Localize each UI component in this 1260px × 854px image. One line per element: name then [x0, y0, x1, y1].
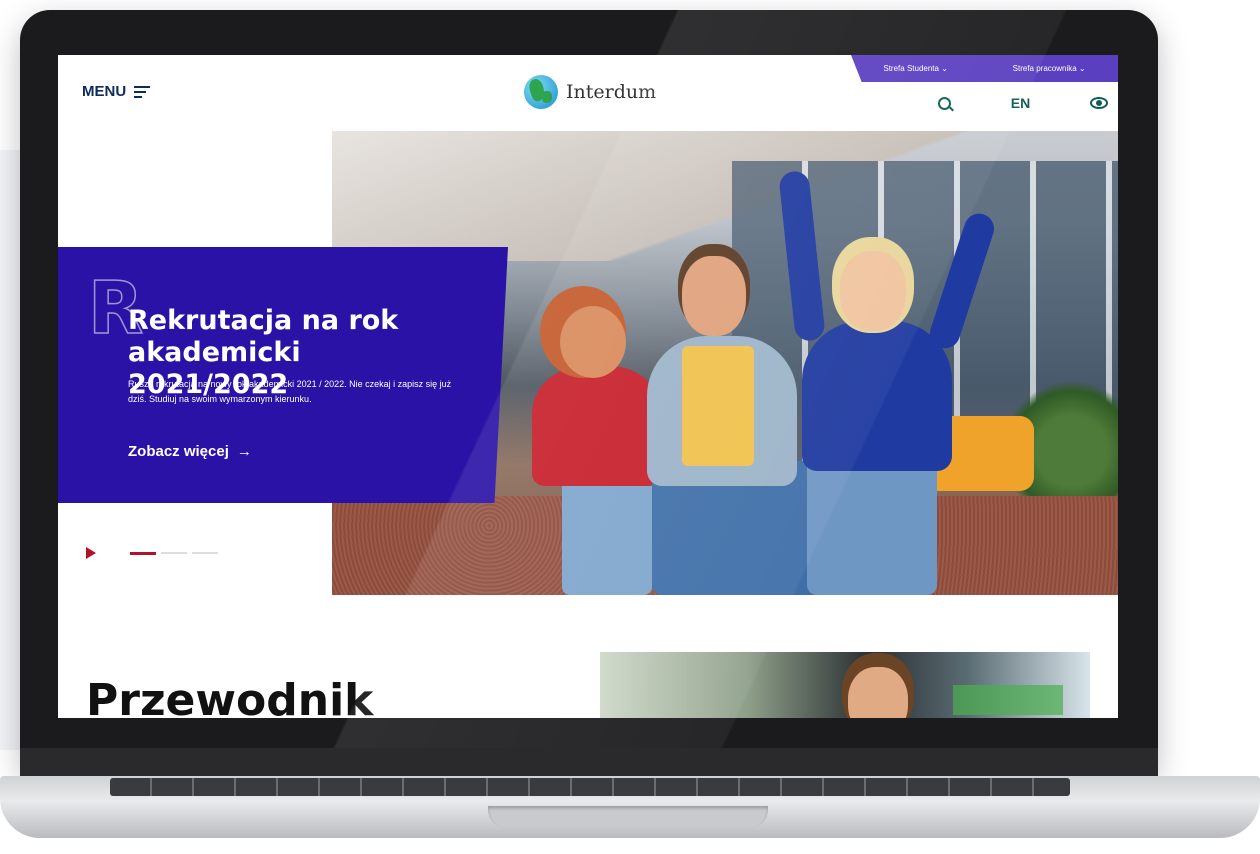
- site-logo[interactable]: Interdum: [524, 75, 656, 109]
- logo-text: Interdum: [566, 81, 657, 103]
- slider-dot-3[interactable]: [192, 552, 218, 554]
- hero-description: Rusza rekrutacja na nowy rok akademicki …: [128, 379, 452, 404]
- hero-card: R Rekrutacja na rok akademicki 2021/2022…: [58, 247, 508, 503]
- see-more-label: Zobacz więcej: [128, 443, 229, 460]
- laptop-hinge: [20, 748, 1158, 778]
- eye-icon[interactable]: [1089, 97, 1108, 109]
- menu-button[interactable]: MENU: [82, 83, 151, 100]
- slider-dot-1[interactable]: [130, 552, 156, 555]
- slider-dot-2[interactable]: [161, 552, 187, 554]
- see-more-link[interactable]: Zobacz więcej →: [128, 443, 252, 460]
- arrow-right-icon: →: [236, 443, 252, 460]
- language-switch[interactable]: EN: [1011, 95, 1030, 111]
- guide-image-sign: [953, 685, 1063, 715]
- search-icon[interactable]: [938, 96, 951, 110]
- laptop-keyboard: [110, 778, 1070, 796]
- staff-zone-link[interactable]: Strefa pracownika ⌄: [1013, 64, 1086, 73]
- globe-logo-icon: [524, 75, 558, 109]
- menu-label: MENU: [82, 83, 127, 100]
- laptop-notch: [488, 806, 768, 828]
- guide-image-person: [848, 667, 908, 718]
- play-icon[interactable]: [86, 547, 96, 559]
- header-tools: EN: [938, 95, 1108, 111]
- slider-dots: [130, 552, 218, 555]
- zone-bar: Strefa Studenta ⌄ Strefa pracownika ⌄: [851, 55, 1118, 82]
- student-zone-link[interactable]: Strefa Studenta ⌄: [883, 64, 948, 73]
- laptop-screen: MENU Interdum Strefa Studenta ⌄ Strefa p…: [58, 55, 1118, 718]
- guide-title: Przewodnik: [86, 675, 374, 718]
- hamburger-icon: [134, 85, 151, 98]
- site-header: MENU Interdum Strefa Studenta ⌄ Strefa p…: [58, 55, 1118, 131]
